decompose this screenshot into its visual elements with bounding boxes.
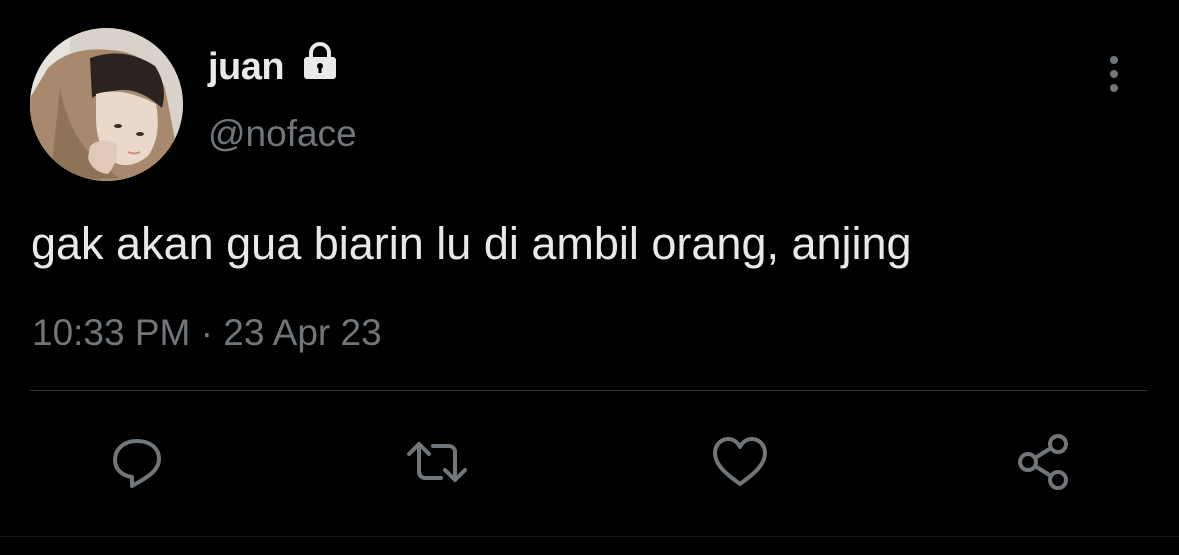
heart-icon [713, 437, 767, 486]
divider [30, 390, 1148, 391]
avatar[interactable] [30, 28, 183, 181]
bottom-divider [0, 536, 1179, 537]
display-name[interactable]: juan [208, 44, 285, 90]
user-handle[interactable]: @noface [208, 112, 357, 156]
more-options-icon[interactable] [1096, 52, 1132, 98]
like-button[interactable] [708, 430, 772, 494]
retweet-button[interactable] [405, 430, 469, 494]
share-icon [1018, 434, 1068, 490]
retweet-icon [407, 442, 467, 482]
share-button[interactable] [1012, 430, 1076, 494]
tweet-detail: juan @noface gak akan gua biarin lu di a… [0, 0, 1179, 555]
reply-button[interactable] [105, 430, 169, 494]
tweet-timestamp[interactable]: 10:33 PM · 23 Apr 23 [32, 310, 382, 356]
reply-icon [113, 439, 161, 488]
lock-icon [298, 40, 342, 84]
tweet-text: gak akan gua biarin lu di ambil orang, a… [31, 218, 912, 269]
